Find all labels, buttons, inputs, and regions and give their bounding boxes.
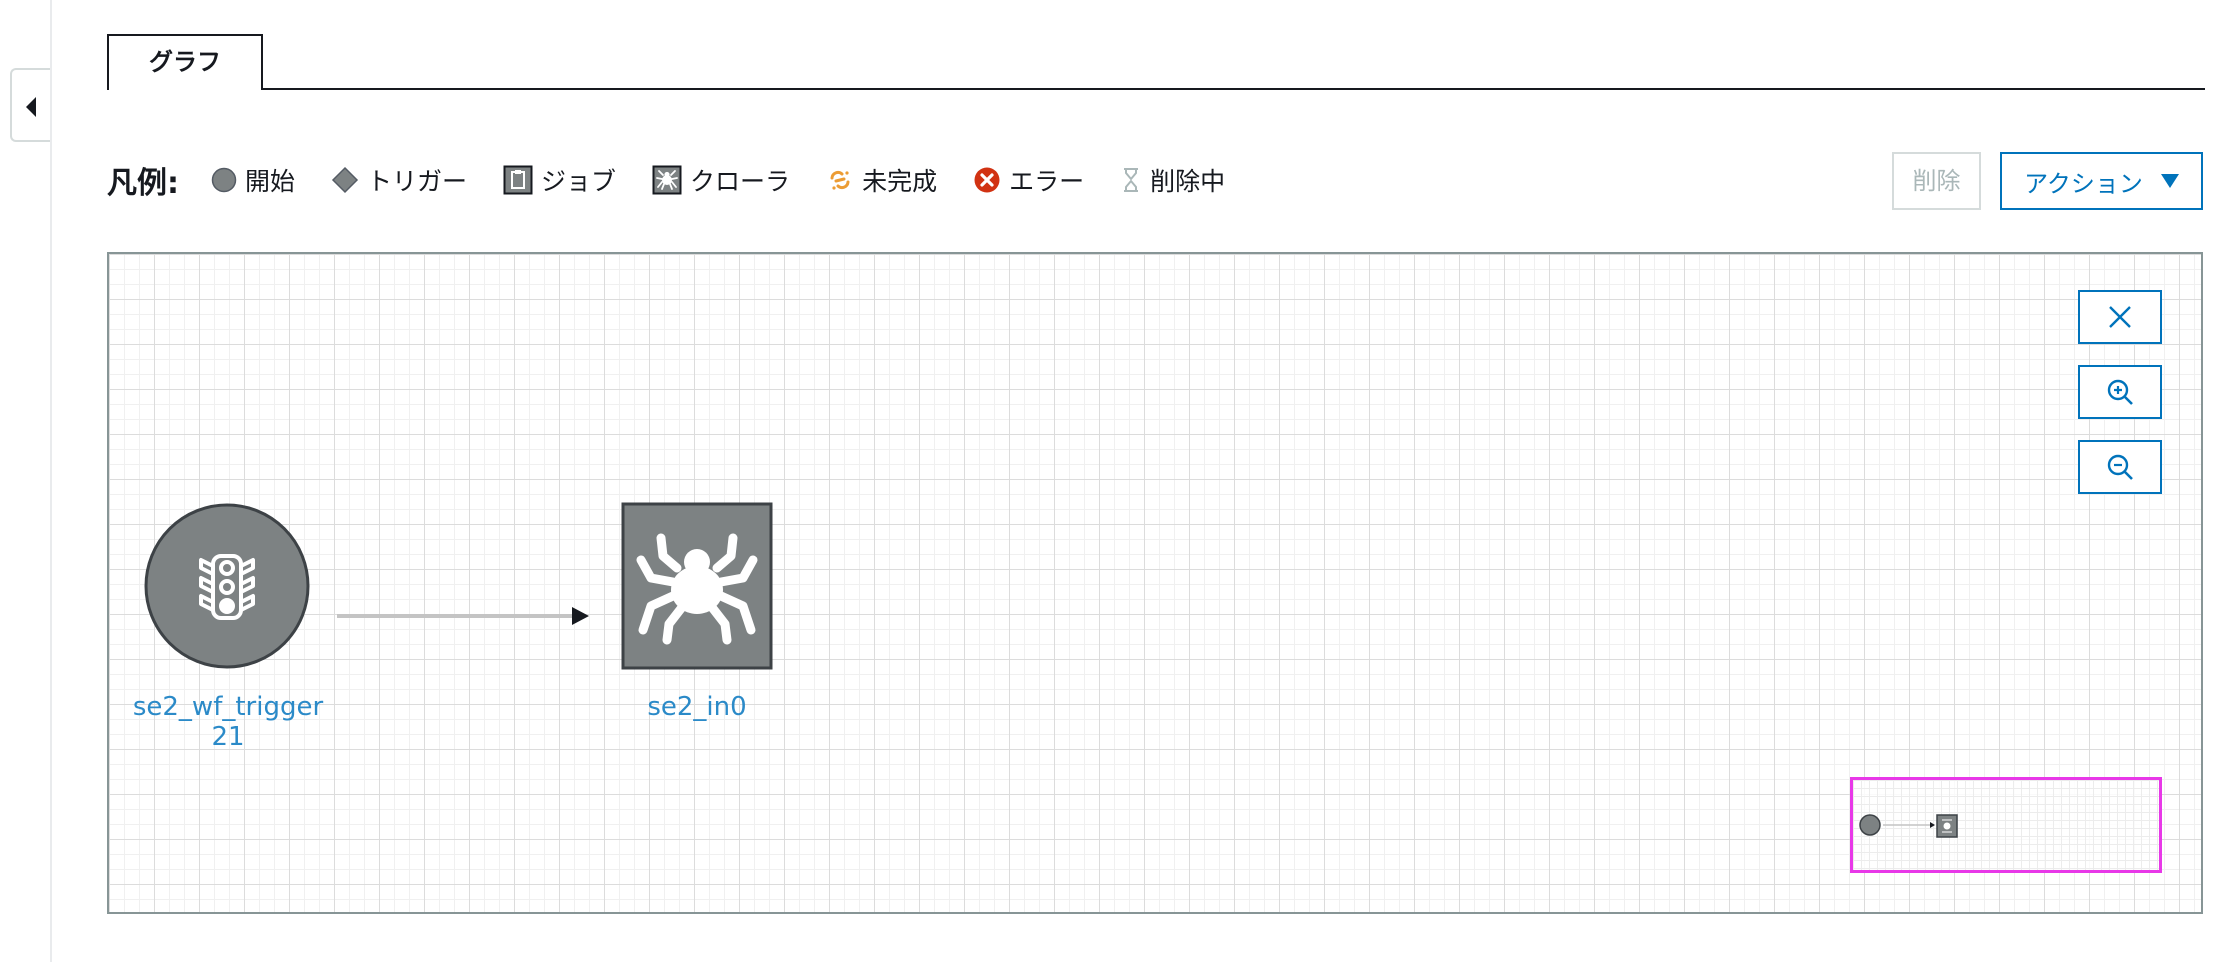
- legend-item-trigger: トリガー: [331, 162, 467, 198]
- crawler-node[interactable]: [621, 502, 773, 670]
- minimap-edge-arrow: [1930, 822, 1935, 828]
- incomplete-icon: [830, 170, 850, 190]
- minimap[interactable]: [1850, 777, 2162, 873]
- start-circle-icon: [211, 167, 237, 193]
- hourglass-icon: [1124, 168, 1139, 192]
- legend-label: 開始: [245, 167, 296, 196]
- crawler-node-label[interactable]: se2_in0: [597, 692, 797, 722]
- minimap-trigger-node: [1859, 814, 1881, 836]
- side-panel-divider: [50, 0, 52, 962]
- legend-item-error: エラー: [973, 162, 1084, 198]
- legend-item-deleting: 削除中: [1120, 162, 1225, 198]
- legend: 凡例: 開始 トリガー ジョブ クローラ 未完成 エラー 削除中: [107, 158, 1261, 202]
- tab-graph[interactable]: グラフ: [107, 34, 263, 90]
- actions-dropdown-label: アクション: [2024, 169, 2143, 198]
- delete-button[interactable]: 削除: [1892, 152, 1981, 210]
- legend-label: ジョブ: [541, 167, 617, 196]
- legend-item-crawler: クローラ: [652, 162, 790, 198]
- collapse-panel-button[interactable]: [10, 68, 50, 142]
- trigger-diamond-icon: [331, 166, 359, 194]
- crawler-spider-icon: [652, 165, 682, 195]
- trigger-node-label-line2: 21: [211, 722, 245, 752]
- legend-label: クローラ: [690, 167, 791, 196]
- caret-left-icon: [26, 97, 36, 117]
- trigger-node-label[interactable]: se2_wf_trigger 21: [123, 692, 333, 752]
- legend-item-start: 開始: [211, 162, 295, 198]
- minimap-content: [1859, 814, 1958, 838]
- legend-label: エラー: [1009, 167, 1085, 196]
- graph-canvas[interactable]: se2_wf_trigger 21 se2_in0: [107, 252, 2203, 914]
- edge-trigger-to-crawler: [337, 607, 589, 625]
- legend-label: 削除中: [1150, 167, 1226, 196]
- actions-dropdown-button[interactable]: アクション: [2000, 152, 2203, 210]
- legend-item-incomplete: 未完成: [826, 162, 937, 198]
- legend-label: トリガー: [367, 167, 468, 196]
- job-clipboard-icon: [503, 165, 533, 195]
- trigger-node-label-line1: se2_wf_trigger: [132, 692, 324, 722]
- trigger-node[interactable]: [143, 502, 311, 670]
- minimap-crawler-body: [1943, 822, 1951, 830]
- legend-label: 未完成: [862, 167, 938, 196]
- caret-down-icon: [2160, 174, 2179, 188]
- error-icon: [974, 167, 1000, 193]
- legend-title: 凡例:: [107, 166, 179, 201]
- tab-strip-underline: [107, 88, 2205, 90]
- legend-item-job: ジョブ: [503, 162, 616, 198]
